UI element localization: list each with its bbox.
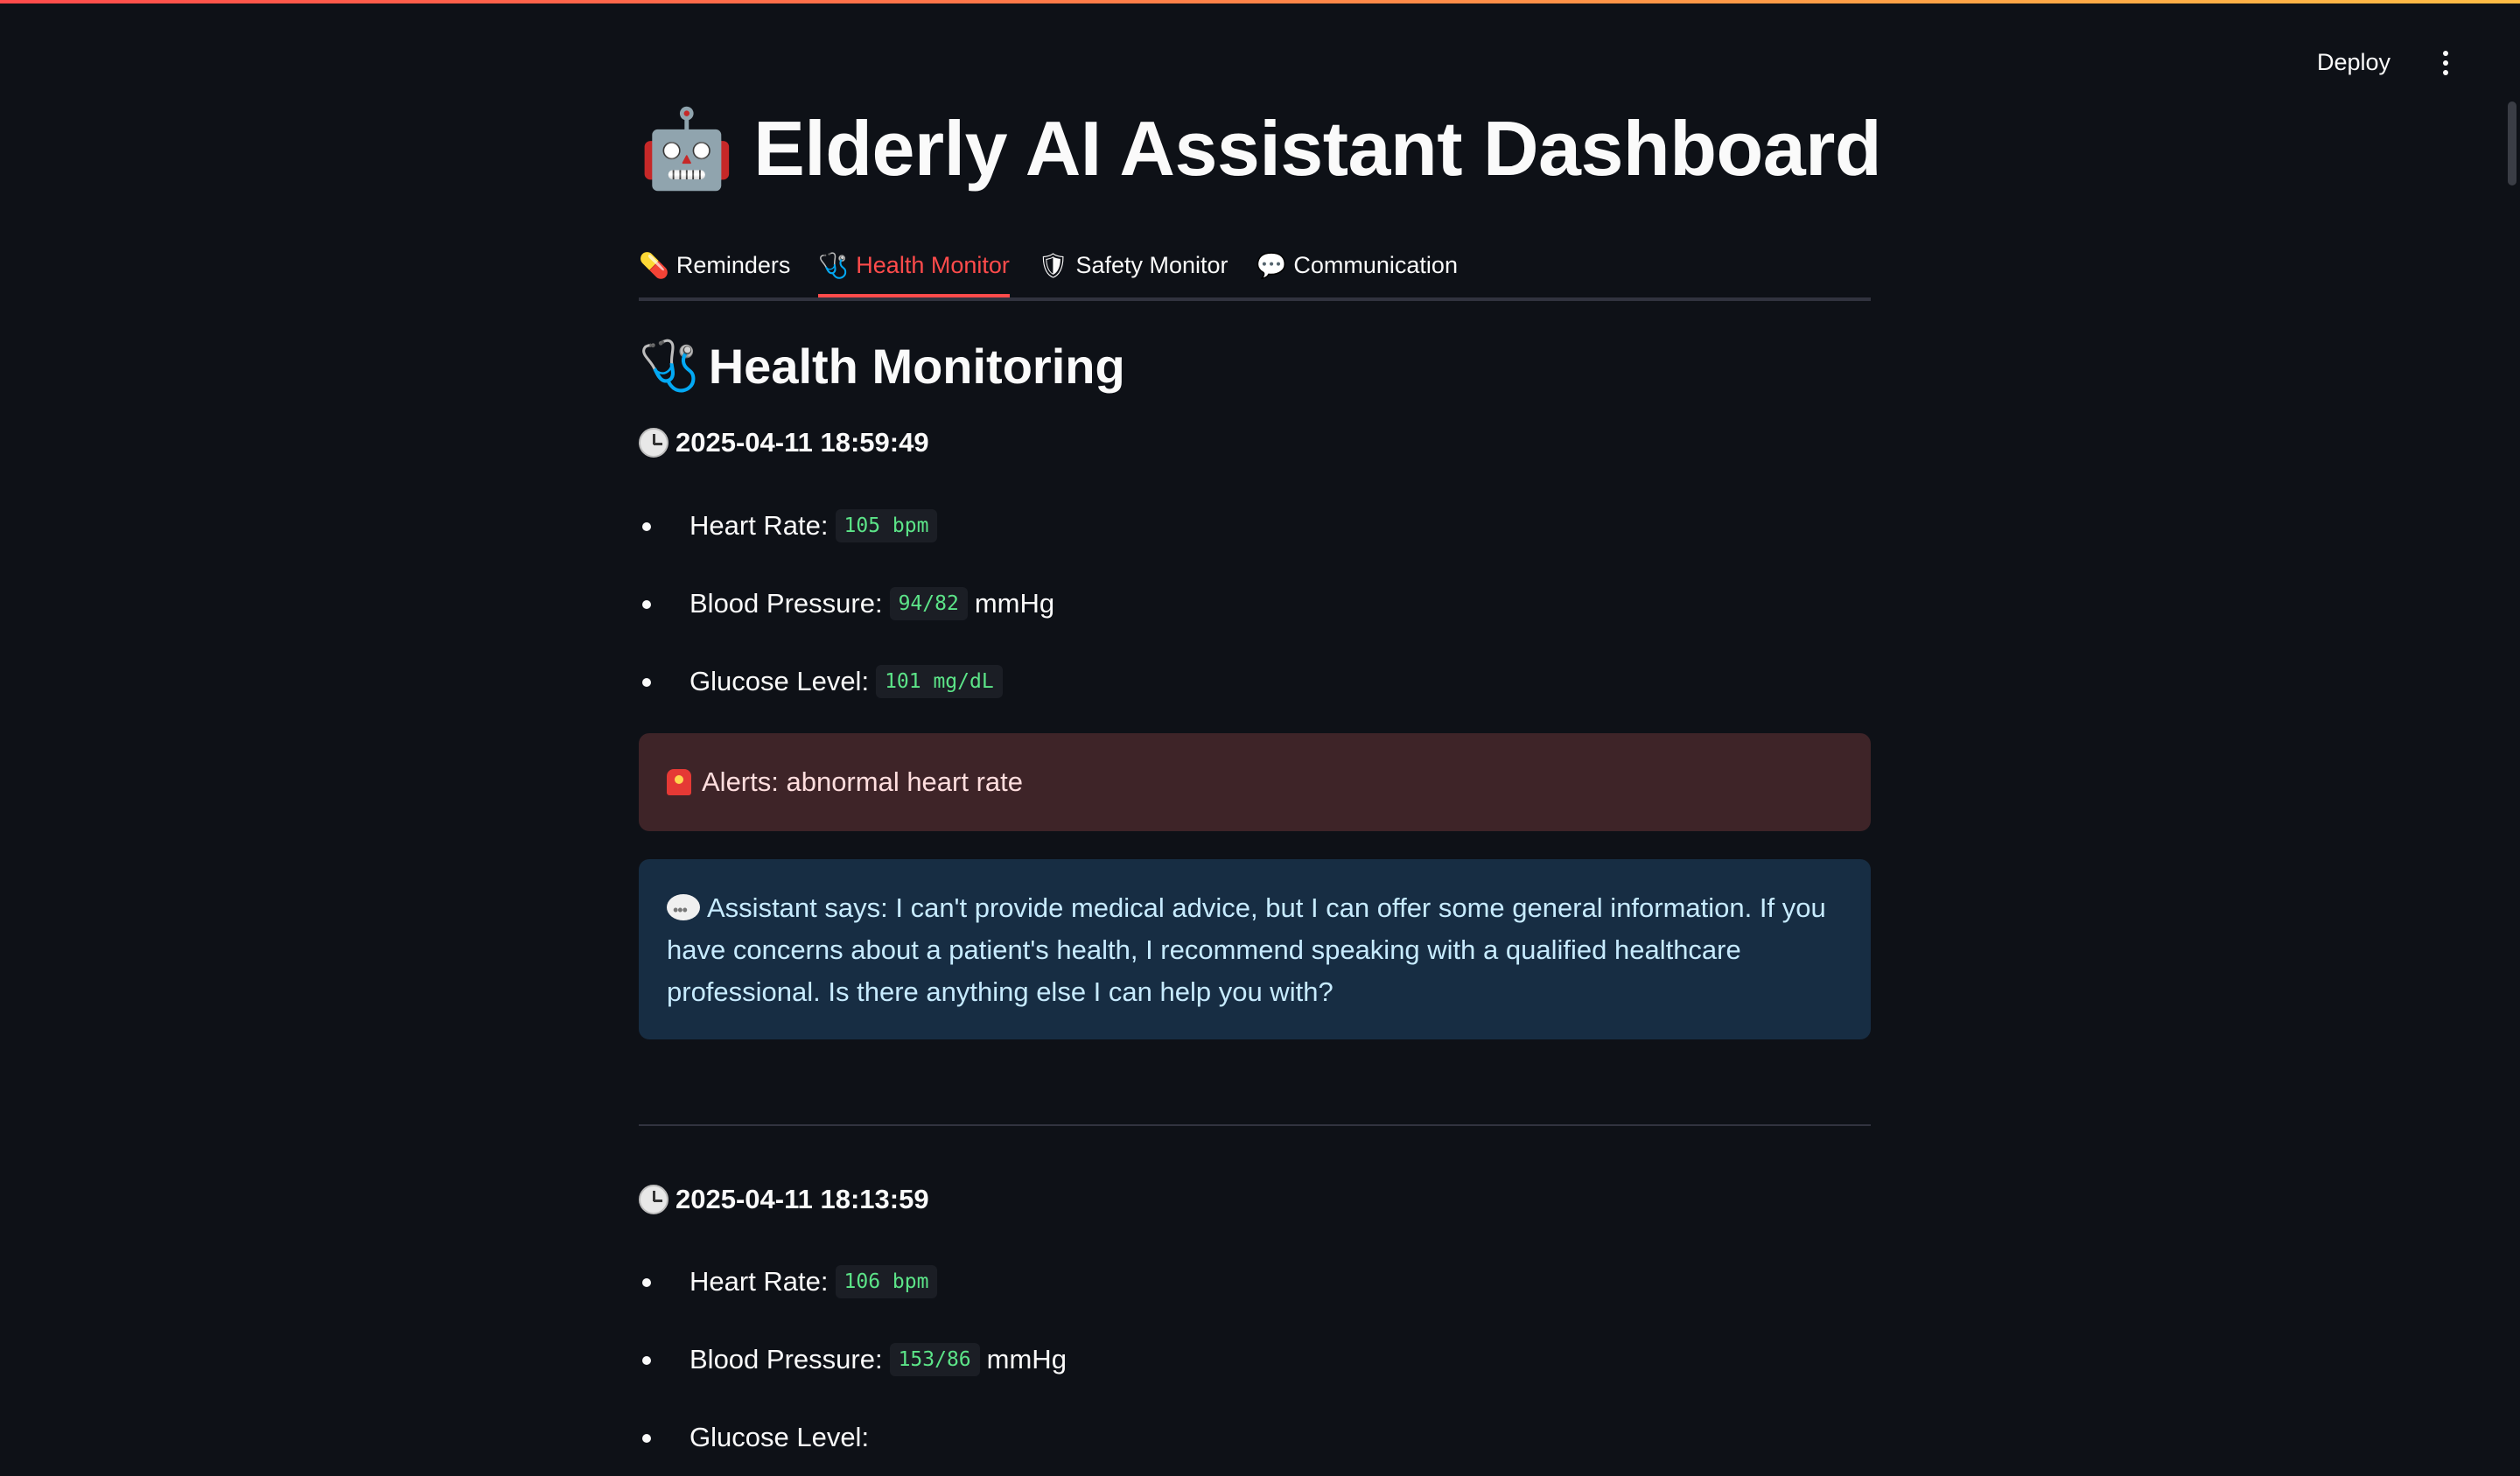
tab-label: Communication <box>1293 251 1458 278</box>
main-menu-icon[interactable] <box>2436 44 2455 82</box>
assistant-message-text: Assistant says: I can't provide medical … <box>667 892 1826 1007</box>
blood-pressure-unit: mmHg <box>974 587 1055 619</box>
timestamp-text: 2025-04-11 18:59:49 <box>676 427 929 458</box>
header-actions: Deploy <box>2306 42 2455 83</box>
blood-pressure-label: Blood Pressure: <box>690 1343 883 1375</box>
blood-pressure-value: 94/82 <box>889 586 968 620</box>
blood-pressure-label: Blood Pressure: <box>690 587 883 619</box>
clock-icon <box>639 428 668 458</box>
top-decoration-bar <box>0 0 2520 3</box>
list-item: Heart Rate: 105 bpm <box>639 486 1054 564</box>
metrics-list: Heart Rate: 105 bpm Blood Pressure: 94/8… <box>639 486 1054 720</box>
tab-reminders[interactable]: 💊 Reminders <box>639 236 790 294</box>
section-heading: 🩺 Health Monitoring <box>639 337 1125 395</box>
list-item: Glucose Level: <box>639 1398 1067 1476</box>
entry-timestamp: 2025-04-11 18:13:59 <box>639 1184 929 1215</box>
metrics-list: Heart Rate: 106 bpm Blood Pressure: 153/… <box>639 1242 1067 1476</box>
heart-rate-value: 106 bpm <box>835 1264 938 1298</box>
heart-rate-label: Heart Rate: <box>690 1265 829 1297</box>
speech-bubble-icon: 💬 <box>1256 250 1287 280</box>
tab-health-monitor[interactable]: 🩺 Health Monitor <box>818 236 1011 297</box>
list-item: Blood Pressure: 94/82 mmHg <box>639 564 1054 642</box>
tab-label: Health Monitor <box>856 251 1010 278</box>
assistant-message-box: Assistant says: I can't provide medical … <box>639 859 1871 1039</box>
clock-icon <box>639 1185 668 1214</box>
list-item: Blood Pressure: 153/86 mmHg <box>639 1320 1067 1398</box>
heart-rate-value: 105 bpm <box>835 508 938 542</box>
heart-rate-label: Heart Rate: <box>690 509 829 541</box>
shield-icon: 🛡 <box>1037 250 1069 280</box>
robot-icon: 🤖 <box>639 103 735 193</box>
speech-bubble-icon <box>667 889 700 931</box>
stethoscope-icon: 🩺 <box>639 338 700 395</box>
alert-box: Alerts: abnormal heart rate <box>639 733 1871 831</box>
tab-communication[interactable]: 💬 Communication <box>1256 236 1458 294</box>
tab-label: Reminders <box>676 251 791 278</box>
page-title: 🤖 Elderly AI Assistant Dashboard <box>639 103 1882 194</box>
entry-divider <box>639 1124 1871 1126</box>
glucose-label: Glucose Level: <box>690 665 870 696</box>
deploy-button[interactable]: Deploy <box>2306 42 2401 83</box>
pill-icon: 💊 <box>639 250 669 280</box>
glucose-value: 101 mg/dL <box>876 664 1003 698</box>
timestamp-text: 2025-04-11 18:13:59 <box>676 1184 929 1214</box>
page-title-text: Elderly AI Assistant Dashboard <box>753 105 1882 192</box>
tab-bar: 💊 Reminders 🩺 Health Monitor 🛡 Safety Mo… <box>639 236 1871 301</box>
blood-pressure-value: 153/86 <box>889 1342 980 1376</box>
stethoscope-icon: 🩺 <box>818 250 850 280</box>
blood-pressure-unit: mmHg <box>986 1343 1067 1375</box>
alert-text: Alerts: abnormal heart rate <box>702 766 1024 797</box>
entry-timestamp: 2025-04-11 18:59:49 <box>639 427 929 458</box>
list-item: Glucose Level: 101 mg/dL <box>639 642 1054 720</box>
page-scrollbar[interactable] <box>2508 101 2516 185</box>
tab-label: Safety Monitor <box>1075 251 1228 278</box>
glucose-label: Glucose Level: <box>690 1421 870 1452</box>
list-item: Heart Rate: 106 bpm <box>639 1242 1067 1320</box>
section-heading-text: Health Monitoring <box>708 338 1125 394</box>
siren-icon <box>667 769 691 795</box>
tab-safety-monitor[interactable]: 🛡 Safety Monitor <box>1038 236 1228 294</box>
